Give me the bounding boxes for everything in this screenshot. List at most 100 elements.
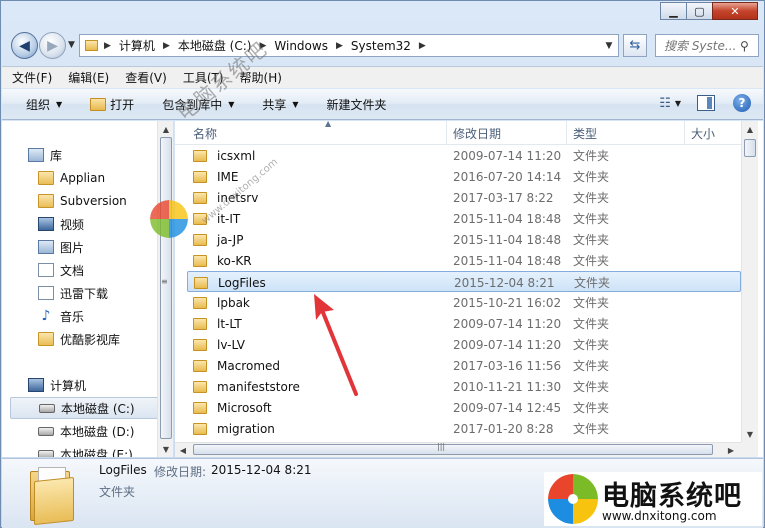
file-name: ko-KR (217, 253, 252, 268)
file-name: Macromed (217, 358, 281, 373)
column-header-type[interactable]: 类型 (567, 121, 685, 145)
breadcrumb-windows[interactable]: Windows ▶ (274, 39, 351, 53)
file-name-cell: LogFiles (194, 272, 266, 293)
search-box[interactable]: ⚲ (655, 34, 759, 57)
table-row[interactable]: ja-JP 2015-11-04 18:48 文件夹 (187, 229, 741, 250)
menu-edit[interactable]: 编辑(E) (68, 69, 109, 86)
table-row[interactable]: inetsrv 2017-03-17 8:22 文件夹 (187, 187, 741, 208)
table-row[interactable]: lt-LT 2009-07-14 11:20 文件夹 (187, 313, 741, 334)
file-list-vertical-scrollbar[interactable]: ▲ ▼ (741, 121, 758, 442)
file-name-cell: Microsoft (193, 397, 272, 418)
document-icon (38, 286, 54, 300)
scroll-up-arrow-icon[interactable]: ▲ (158, 121, 173, 137)
table-row[interactable]: lpbak 2015-10-21 16:02 文件夹 (187, 292, 741, 313)
breadcrumb-computer[interactable]: 计算机 ▶ (119, 37, 178, 54)
organize-button[interactable]: 组织 ▼ (26, 96, 62, 113)
sidebar-item-documents[interactable]: 文档 (38, 259, 173, 281)
brand-url: www.dnxitong.com (602, 509, 717, 523)
breadcrumb-system32[interactable]: System32 ▶ (351, 39, 434, 53)
preview-pane-icon[interactable] (697, 95, 715, 111)
table-row[interactable]: Macromed 2017-03-16 11:56 文件夹 (187, 355, 741, 376)
menu-file[interactable]: 文件(F) (12, 69, 52, 86)
large-folder-icon (30, 465, 74, 526)
sidebar-item-label: Subversion (60, 194, 127, 208)
sidebar-item-youku[interactable]: 优酷影视库 (38, 328, 173, 350)
file-name-cell: manifeststore (193, 376, 300, 397)
drive-icon (38, 426, 54, 436)
table-row[interactable]: migration 2017-01-20 8:28 文件夹 (187, 418, 741, 439)
column-header-name[interactable]: 名称 ▲ (187, 121, 447, 145)
file-date: 2010-11-21 11:30 (453, 379, 562, 394)
column-header-date[interactable]: 修改日期 (447, 121, 567, 145)
sidebar-scrollbar[interactable]: ▲ ≡ ▼ (157, 121, 173, 457)
table-row[interactable]: Microsoft 2009-07-14 12:45 文件夹 (187, 397, 741, 418)
table-row[interactable]: lv-LV 2009-07-14 11:20 文件夹 (187, 334, 741, 355)
scrollbar-thumb[interactable] (160, 137, 172, 439)
file-date: 2015-11-04 18:48 (453, 232, 562, 247)
scroll-up-arrow-icon[interactable]: ▲ (742, 121, 758, 137)
document-icon (38, 263, 54, 277)
search-input[interactable] (664, 38, 740, 53)
recent-pages-dropdown[interactable]: ▼ (68, 40, 75, 50)
file-name-cell: ko-KR (193, 250, 252, 271)
table-row[interactable]: LogFiles 2015-12-04 8:21 文件夹 (187, 271, 741, 292)
table-row[interactable]: ko-KR 2015-11-04 18:48 文件夹 (187, 250, 741, 271)
folder-icon (193, 359, 207, 372)
file-list-horizontal-scrollbar[interactable]: ◀ ||| ▶ (175, 442, 741, 457)
address-dropdown[interactable]: ▼ (600, 41, 618, 51)
scrollbar-thumb[interactable] (744, 139, 756, 157)
sidebar-item-library[interactable]: 库 (28, 144, 173, 166)
refresh-button[interactable]: ⇆ (623, 34, 647, 57)
column-header-size[interactable]: 大小 (685, 121, 741, 145)
caption-buttons: ▁ ▢ ✕ (660, 2, 758, 20)
forward-button[interactable]: ▶ (39, 32, 66, 59)
file-type: 文件夹 (573, 338, 610, 352)
scroll-right-arrow-icon[interactable]: ▶ (723, 442, 739, 457)
file-type: 文件夹 (573, 317, 610, 331)
new-folder-button[interactable]: 新建文件夹 (327, 96, 387, 113)
maximize-button[interactable]: ▢ (686, 2, 713, 20)
help-icon[interactable]: ? (733, 94, 751, 112)
sidebar-item-label: Applian (60, 171, 106, 185)
table-row[interactable]: manifeststore 2010-11-21 11:30 文件夹 (187, 376, 741, 397)
minimize-button[interactable]: ▁ (660, 2, 687, 20)
table-row[interactable]: it-IT 2015-11-04 18:48 文件夹 (187, 208, 741, 229)
close-button[interactable]: ✕ (712, 2, 758, 20)
share-button[interactable]: 共享 ▼ (262, 96, 298, 113)
open-button[interactable]: 打开 (90, 96, 134, 113)
sidebar-item-drive-c[interactable]: 本地磁盘 (C:) (10, 397, 158, 419)
scroll-down-arrow-icon[interactable]: ▼ (742, 426, 758, 442)
scrollbar-thumb[interactable] (193, 444, 713, 455)
folder-icon (193, 338, 207, 351)
address-bar[interactable]: ▶ 计算机 ▶ 本地磁盘 (C:) ▶ Windows ▶ System32 ▶ ▼ (79, 34, 619, 57)
file-name-cell: lpbak (193, 292, 250, 313)
view-dropdown-icon[interactable]: ▼ (675, 99, 681, 108)
file-date: 2015-12-04 8:21 (454, 275, 555, 290)
sidebar-item-computer[interactable]: 计算机 (28, 374, 173, 396)
sidebar-item-drive-e[interactable]: 本地磁盘 (E:) (38, 443, 173, 457)
file-name: migration (217, 421, 275, 436)
view-options-icon[interactable]: ☷ (659, 96, 671, 111)
search-icon[interactable]: ⚲ (740, 39, 749, 53)
scroll-down-arrow-icon[interactable]: ▼ (158, 441, 173, 457)
sidebar-item-label: 本地磁盘 (C:) (61, 401, 135, 416)
sidebar-item-xunlei[interactable]: 迅雷下载 (38, 282, 173, 304)
explorer-window: ▁ ▢ ✕ ◀ ▶ ▼ ▶ 计算机 ▶ 本地磁盘 (C:) ▶ Windows ▶ S… (0, 0, 765, 528)
file-type: 文件夹 (573, 233, 610, 247)
sidebar-item-drive-d[interactable]: 本地磁盘 (D:) (38, 420, 173, 442)
open-folder-icon (90, 97, 107, 111)
sidebar-item-pictures[interactable]: 图片 (38, 236, 173, 258)
folder-icon (38, 194, 54, 208)
sidebar-item-music[interactable]: ♪ 音乐 (38, 305, 173, 327)
folder-icon (194, 276, 208, 289)
scroll-left-arrow-icon[interactable]: ◀ (175, 442, 191, 457)
file-type: 文件夹 (573, 170, 610, 184)
command-bar-right: ☷ ▼ ? (659, 94, 751, 112)
file-type: 文件夹 (574, 276, 611, 290)
menu-view[interactable]: 查看(V) (125, 69, 167, 86)
breadcrumb-separator[interactable]: ▶ (102, 41, 119, 51)
sidebar-item-applian[interactable]: Applian (38, 167, 173, 189)
file-type: 文件夹 (573, 380, 610, 394)
file-date: 2015-10-21 16:02 (453, 295, 562, 310)
back-button[interactable]: ◀ (11, 32, 38, 59)
